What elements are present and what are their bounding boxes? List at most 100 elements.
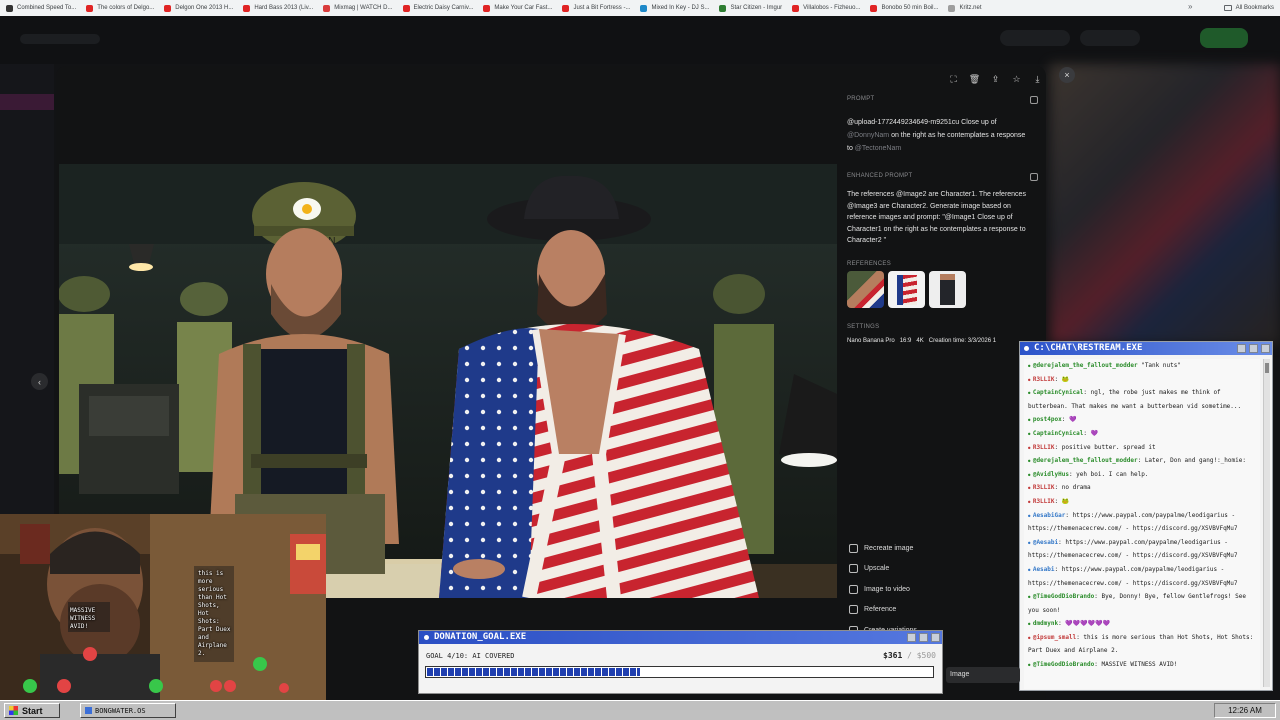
webcam-overlay: MASSIVE WITNESS AVID! this is more serio…	[0, 514, 326, 700]
blurred-control	[1000, 30, 1070, 46]
bookmark-item[interactable]: Mixmag | WATCH D...	[323, 0, 393, 16]
chat-username[interactable]: R3LLIK	[1033, 444, 1055, 451]
chat-message: ● AesabiGar: https://www.paypal.com/payp…	[1024, 509, 1260, 536]
action-label: Recreate image	[864, 544, 914, 552]
chat-text: : https://www.paypal.com/paypalme/leodig…	[1028, 538, 1238, 560]
window-dot-icon	[1024, 346, 1029, 351]
chat-username[interactable]: R3LLIK	[1033, 376, 1055, 383]
chat-message: ● R3LLIK: 🐸	[1024, 373, 1260, 387]
bookmark-item[interactable]: Kritz.net	[948, 0, 982, 16]
prompt-prefix: @upload-1772449234649-m9251cu Close up o…	[847, 119, 997, 126]
video-icon	[849, 584, 858, 594]
setting-value: 4K	[916, 337, 924, 344]
bookmark-label: Mixmag | WATCH D...	[334, 5, 393, 11]
expand-icon[interactable]: ⛶	[948, 74, 959, 85]
upscale-icon	[849, 564, 858, 574]
trash-icon[interactable]: 🗑	[969, 74, 980, 85]
bookmark-item[interactable]: Villalobos - Fizheuo...	[792, 0, 860, 16]
copy-enhanced-icon[interactable]	[1030, 173, 1038, 181]
bookmark-item[interactable]: Hard Bass 2013 (Liv...	[243, 0, 313, 16]
chat-username[interactable]: @derejalem_the_fallout_modder	[1033, 457, 1138, 464]
action-label: Reference	[864, 606, 897, 614]
previous-image-button[interactable]: ‹	[31, 373, 48, 390]
bookmark-item[interactable]: Bonobo 50 min Boil...	[870, 0, 938, 16]
bookmark-item[interactable]: Mixed In Key - DJ S...	[640, 0, 709, 16]
chat-username[interactable]: @AvidlyHus	[1033, 471, 1069, 478]
bookmark-favicon-icon	[640, 4, 648, 12]
chat-username[interactable]: AesabiGar	[1033, 512, 1066, 519]
reference-thumbnail[interactable]	[888, 270, 925, 308]
image-type-chip[interactable]: Image	[946, 667, 1020, 683]
close-button[interactable]	[1261, 344, 1270, 353]
action-label: Upscale	[864, 565, 890, 573]
taskbar-item[interactable]: BONGWATER.OS	[80, 703, 176, 718]
chat-username[interactable]: @TimeGodDioBrando	[1033, 661, 1094, 668]
chat-text: : yeh boi. I can help.	[1068, 470, 1149, 478]
scrollbar-thumb[interactable]	[1265, 363, 1269, 373]
bookmark-label: Bonobo 50 min Boil...	[881, 5, 939, 11]
chat-text: : 🐸	[1054, 497, 1070, 505]
all-bookmarks-label: All Bookmarks	[1235, 5, 1274, 11]
close-button[interactable]	[931, 633, 940, 642]
chat-text: : 💜💜💜💜💜💜	[1058, 620, 1111, 628]
chat-username[interactable]: R3LLIK	[1033, 484, 1055, 491]
share-icon[interactable]: ⇪	[990, 74, 1001, 85]
refresh-icon	[849, 543, 858, 553]
download-icon[interactable]: ⤓	[1032, 74, 1043, 85]
chat-message: ● R3LLIK: no drama	[1024, 481, 1260, 495]
bookmark-item[interactable]: Electric Daisy Carniv...	[402, 0, 473, 16]
star-icon[interactable]: ☆	[1011, 74, 1022, 85]
bookmark-item[interactable]: Combined Speed To...	[6, 0, 76, 16]
action-upscale[interactable]: Upscale	[849, 559, 917, 580]
bookmark-item[interactable]: Just a Bit Fortress -...	[562, 0, 630, 16]
chat-titlebar: C:\CHAT\RESTREAM.EXE	[1020, 342, 1272, 355]
reference-thumbnail[interactable]	[929, 270, 966, 308]
copy-prompt-icon[interactable]	[1030, 96, 1038, 104]
setting-value: Nano Banana Pro	[847, 337, 895, 344]
chat-username[interactable]: R3LLIK	[1033, 498, 1055, 505]
donation-goal-text: GOAL 4/10: AI COVERED	[426, 652, 515, 660]
chat-username[interactable]: @derejalem_the_fallout_modder	[1033, 362, 1138, 369]
minimize-button[interactable]	[907, 633, 916, 642]
action-recreate-image[interactable]: Recreate image	[849, 538, 917, 559]
reference-thumbnail[interactable]	[847, 270, 884, 308]
chat-username[interactable]: @ipsum_small	[1033, 634, 1076, 641]
chat-scrollbar[interactable]	[1263, 359, 1270, 687]
bookmark-favicon-icon	[402, 4, 410, 12]
chat-username[interactable]: @TimeGodDioBrando	[1033, 593, 1094, 600]
chat-message: ● @TimeGodDioBrando: MASSIVE WITNESS AVI…	[1024, 658, 1260, 672]
bookmark-item[interactable]: The colors of Delgo...	[86, 0, 154, 16]
taskbar: Start BONGWATER.OS 12:26 AM	[0, 700, 1280, 720]
minimize-button[interactable]	[1237, 344, 1246, 353]
chat-username[interactable]: Aesabi	[1033, 566, 1055, 573]
action-reference[interactable]: Reference	[849, 600, 917, 621]
action-image-to-video[interactable]: Image to video	[849, 579, 917, 600]
webcam-feed	[0, 514, 326, 700]
bookmark-label: Kritz.net	[959, 5, 982, 11]
chat-username[interactable]: dmdmynk	[1033, 620, 1058, 627]
chat-text: : MASSIVE WITNESS AVID!	[1094, 661, 1178, 669]
bookmark-item[interactable]: Make Your Car Fast...	[483, 0, 552, 16]
bookmark-label: Make Your Car Fast...	[494, 5, 553, 11]
maximize-button[interactable]	[919, 633, 928, 642]
chat-message: ● @ipsum_small: this is more serious tha…	[1024, 631, 1260, 658]
maximize-button[interactable]	[1249, 344, 1258, 353]
prompt-mention[interactable]: @DonnyNam	[847, 132, 889, 139]
all-bookmarks-button[interactable]: All Bookmarks	[1223, 0, 1274, 16]
settings-label: SETTINGS	[847, 323, 880, 330]
chat-username[interactable]: CaptainCynical	[1033, 430, 1084, 437]
references-label: REFERENCES	[847, 260, 892, 267]
prompt-mention[interactable]: @TectoneNam	[855, 145, 901, 152]
screen: Combined Speed To... The colors of Delgo.…	[0, 0, 1280, 720]
bookmarks-overflow-button[interactable]: »	[1188, 2, 1192, 11]
chat-username[interactable]: CaptainCynical	[1033, 389, 1084, 396]
bookmark-item[interactable]: Star Citizen - Imgur	[719, 0, 782, 16]
bookmark-favicon-icon	[323, 4, 331, 12]
chat-username[interactable]: post4pox	[1033, 416, 1062, 423]
close-icon[interactable]: ×	[1059, 67, 1075, 83]
start-button[interactable]: Start	[4, 703, 60, 718]
chat-username[interactable]: @Aesabi	[1033, 539, 1058, 546]
chat-message: ● CaptainCynical: 💜	[1024, 427, 1260, 441]
setting-value: Creation time: 3/3/2026 1	[928, 337, 997, 344]
bookmark-item[interactable]: Delgon One 2013 H...	[164, 0, 233, 16]
